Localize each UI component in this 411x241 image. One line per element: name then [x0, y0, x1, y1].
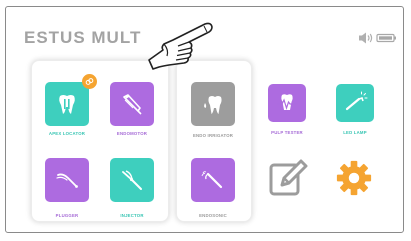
- plugger-tile[interactable]: [45, 158, 89, 202]
- status-bar: [359, 32, 396, 44]
- pulp-tester-tile[interactable]: [268, 84, 306, 122]
- endo-irrigator-label: ENDO IRRIGATOR: [192, 133, 234, 138]
- injector-label: INJECTOR: [120, 213, 144, 218]
- battery-icon: [376, 33, 396, 43]
- gear-icon: [336, 160, 372, 196]
- apex-locator-label: APEX LOCATOR: [48, 131, 86, 136]
- injector-tile[interactable]: [110, 158, 154, 202]
- endosonic-tile[interactable]: [191, 158, 235, 202]
- heartbeat-icon: [277, 94, 297, 110]
- scaler-tip-icon: [201, 171, 223, 189]
- settings-button[interactable]: [334, 158, 374, 198]
- injector-gun-icon: [122, 170, 142, 190]
- plugger-label: PLUGGER: [55, 213, 79, 218]
- edit-icon: [269, 159, 308, 196]
- tooth-icon: [59, 95, 75, 114]
- pulp-tester-label: PULP TESTER: [271, 130, 303, 135]
- speaker-icon: [359, 32, 373, 44]
- tooth-drop-icon: [204, 96, 222, 114]
- apex-locator-tile[interactable]: [45, 82, 89, 126]
- apex-locator-badge: [82, 74, 97, 89]
- endomotor-label: ENDOMOTOR: [116, 131, 148, 136]
- pointing-hand-icon: [148, 22, 213, 70]
- edit-button[interactable]: [268, 157, 308, 197]
- led-lamp-label: LED LAMP: [343, 130, 367, 135]
- plugger-instrument-icon: [56, 173, 78, 188]
- led-lamp-tile[interactable]: [336, 84, 374, 122]
- endosonic-label: ENDOSONIC: [199, 213, 227, 218]
- curing-light-icon: [345, 91, 368, 111]
- handpiece-icon: [123, 94, 142, 115]
- link-icon: [85, 78, 94, 85]
- device-screen: ESTUS MULT APEX LOCATOR ENDOMOTOR PLUGGE…: [5, 6, 404, 233]
- app-title: ESTUS MULT: [24, 28, 142, 47]
- endo-irrigator-tile[interactable]: [191, 82, 235, 126]
- endomotor-tile[interactable]: [110, 82, 154, 126]
